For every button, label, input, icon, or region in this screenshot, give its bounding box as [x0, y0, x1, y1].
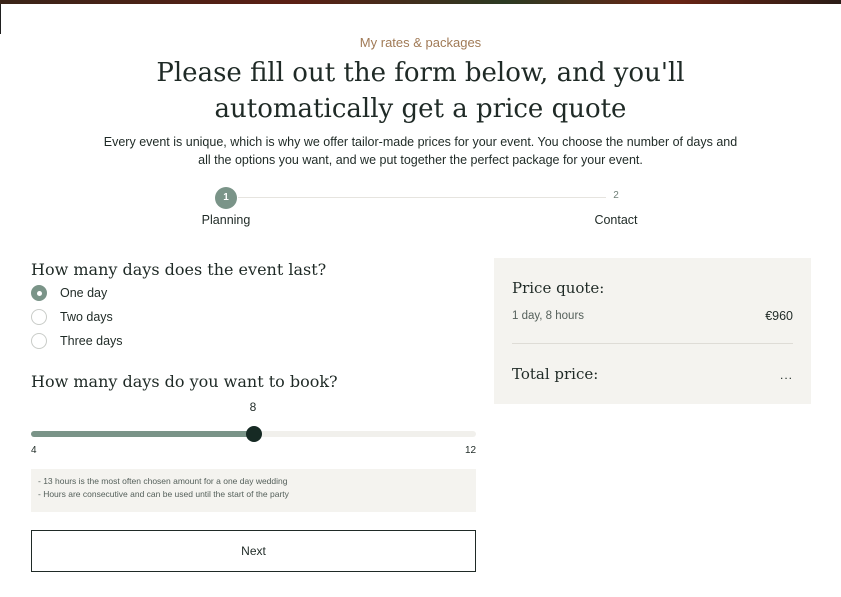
- total-price-value: ...: [779, 368, 793, 382]
- step-planning-label: Planning: [201, 213, 251, 227]
- price-quote-title: Price quote:: [512, 279, 605, 297]
- quote-divider: [512, 343, 793, 344]
- radio-three-days[interactable]: Three days: [31, 333, 123, 349]
- page-title: Please fill out the form below, and you'…: [156, 58, 685, 124]
- price-quote-panel: Price quote: 1 day, 8 hours €960 Total p…: [494, 258, 811, 404]
- section-eyebrow: My rates & packages: [359, 35, 482, 50]
- quote-line-label: 1 day, 8 hours: [512, 310, 585, 322]
- stepper-line: [238, 197, 606, 198]
- days-slider[interactable]: [31, 426, 476, 442]
- radio-label: Three days: [60, 334, 123, 348]
- slider-min-label: 4: [31, 445, 37, 456]
- radio-one-day[interactable]: One day: [31, 285, 107, 301]
- top-banner-strip: [0, 0, 841, 4]
- slider-value-label: 8: [249, 400, 257, 414]
- note-line: - Hours are consecutive and can be used …: [38, 489, 289, 499]
- total-price-label: Total price:: [512, 365, 599, 383]
- info-note: - 13 hours is the most often chosen amou…: [31, 469, 476, 512]
- radio-button-selected[interactable]: [31, 285, 47, 301]
- step-contact-label: Contact: [594, 213, 638, 227]
- days-question: How many days does the event last?: [31, 260, 327, 279]
- note-line: - 13 hours is the most often chosen amou…: [38, 476, 288, 486]
- intro-text: Every event is unique, which is why we o…: [103, 135, 738, 167]
- radio-two-days[interactable]: Two days: [31, 309, 113, 325]
- radio-label: One day: [60, 286, 108, 300]
- page-edge-divider: [0, 4, 1, 34]
- book-days-question: How many days do you want to book?: [31, 372, 338, 391]
- slider-handle[interactable]: [245, 426, 262, 442]
- radio-button[interactable]: [31, 333, 47, 349]
- step-1-indicator: 1: [215, 187, 237, 209]
- slider-fill: [31, 431, 254, 437]
- radio-label: Two days: [60, 310, 113, 324]
- radio-button[interactable]: [31, 309, 47, 325]
- next-button[interactable]: Next: [31, 530, 476, 572]
- quote-line-amount: €960: [765, 309, 793, 323]
- slider-max-label: 12: [465, 445, 477, 456]
- step-2-indicator: 2: [613, 190, 619, 201]
